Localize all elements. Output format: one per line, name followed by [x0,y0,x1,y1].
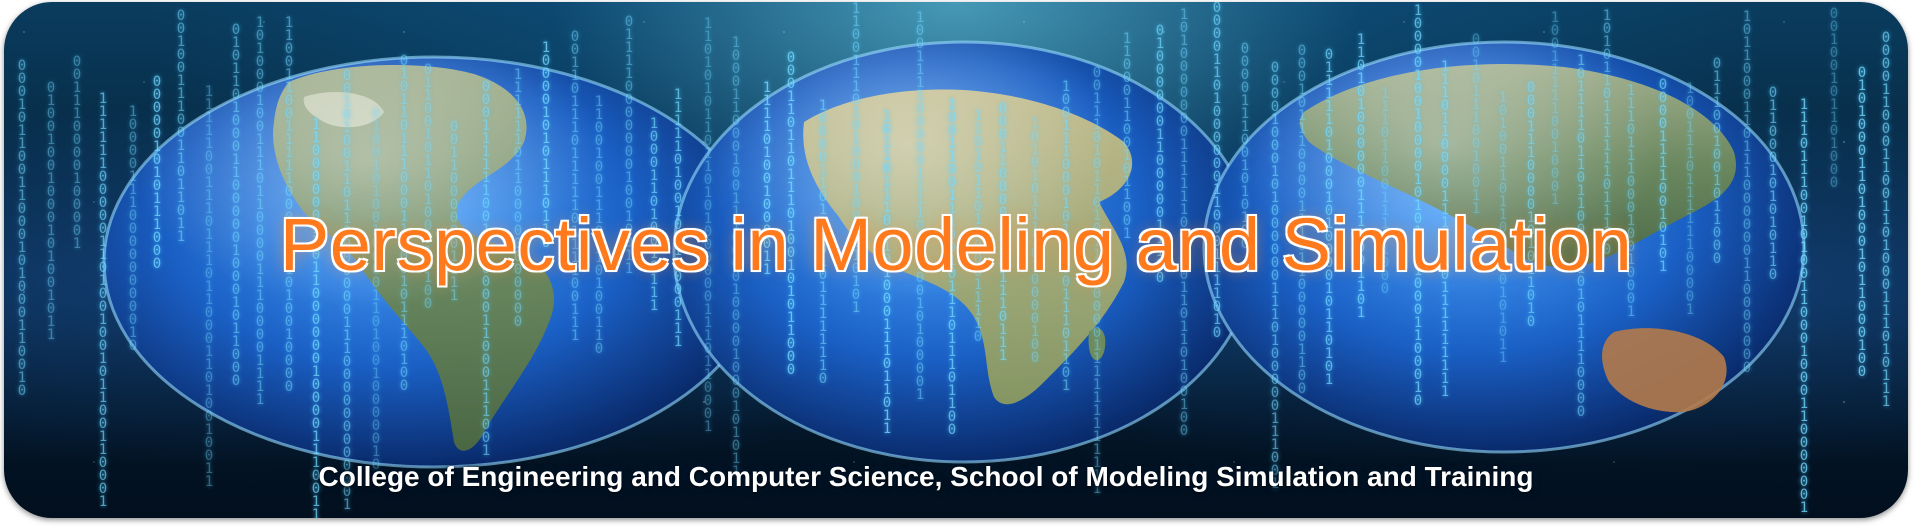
header-banner: 0 0 0 1 0 1 1 0 0 1 1 0 0 0 1 0 1 0 0 0 … [4,2,1908,518]
banner-title: Perspectives in Modeling and Simulation [279,202,1633,287]
banner-subtitle: College of Engineering and Computer Scie… [318,461,1534,492]
